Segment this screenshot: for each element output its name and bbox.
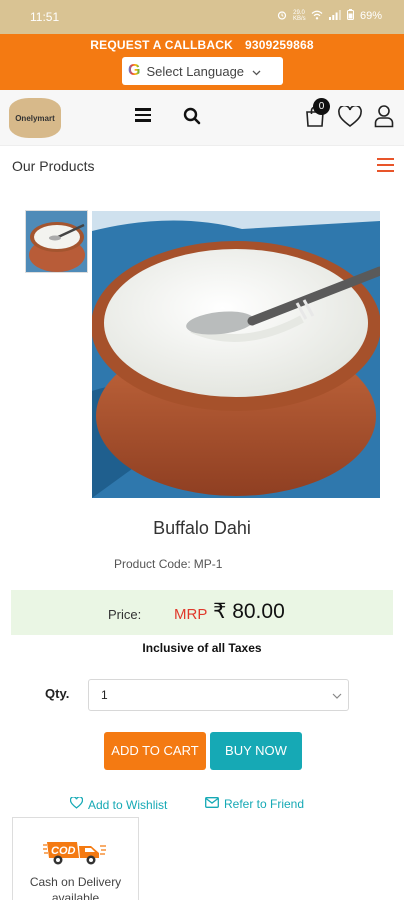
search-icon[interactable] [183, 107, 201, 130]
add-to-wishlist-label: Add to Wishlist [88, 797, 168, 812]
price-value: ₹ 80.00 [213, 600, 285, 623]
add-to-wishlist-link[interactable]: Add to Wishlist [69, 796, 168, 812]
section-title: Our Products [12, 158, 95, 174]
quantity-value: 1 [101, 688, 108, 702]
cod-text: Cash on Delivery available [29, 875, 122, 900]
callback-phone[interactable]: 9309259868 [245, 38, 314, 52]
product-code: Product Code: MP-1 [114, 557, 222, 571]
product-code-label: Product Code: [114, 557, 191, 571]
wifi-icon [311, 10, 323, 23]
product-code-value: MP-1 [193, 557, 223, 571]
status-time: 11:51 [30, 10, 60, 24]
heart-icon[interactable] [338, 104, 362, 133]
envelope-icon [205, 797, 219, 811]
language-select-label: Select Language [146, 63, 245, 79]
cod-badge-text: COD [51, 845, 76, 857]
mrp-label: MRP [174, 606, 208, 623]
site-logo[interactable]: Onelymart [9, 98, 61, 138]
callback-banner: REQUEST A CALLBACK 9309259868 G Select La… [0, 34, 404, 90]
status-indicators: 29.0 KB/s 69% [277, 9, 382, 23]
refer-to-friend-link[interactable]: Refer to Friend [205, 797, 304, 811]
heart-outline-icon [69, 796, 84, 812]
product-name: Buffalo Dahi [153, 518, 251, 538]
chevron-down-icon [332, 681, 342, 722]
price-label: Price: [108, 607, 142, 622]
battery-percent: 69% [359, 10, 382, 22]
product-thumbnail[interactable] [25, 210, 88, 273]
product-main-image[interactable] [92, 211, 380, 498]
chevron-down-icon [252, 64, 261, 79]
alarm-icon [277, 10, 287, 23]
google-g-icon: G [128, 62, 141, 79]
status-bar: 11:51 29.0 KB/s 69% [0, 0, 404, 34]
user-icon[interactable] [374, 104, 394, 133]
battery-icon [346, 9, 354, 23]
refer-to-friend-label: Refer to Friend [224, 797, 305, 811]
add-to-cart-button[interactable]: ADD TO CART [104, 732, 206, 770]
tax-note: Inclusive of all Taxes [142, 641, 262, 655]
signal-icon [328, 9, 341, 23]
language-select[interactable]: G Select Language [122, 57, 283, 85]
network-speed: 29.0 KB/s [292, 10, 306, 22]
hamburger-menu-icon[interactable] [135, 108, 151, 122]
logo-text: Onelymart [15, 113, 55, 123]
site-header: Onelymart [0, 90, 404, 146]
category-menu-icon[interactable] [377, 158, 394, 172]
cart-count-badge: 0 [313, 98, 330, 115]
callback-text[interactable]: REQUEST A CALLBACK 9309259868 [0, 38, 404, 52]
callback-label[interactable]: REQUEST A CALLBACK [90, 38, 233, 52]
quantity-select[interactable]: 1 [88, 679, 349, 711]
buy-now-button[interactable]: BUY NOW [210, 732, 302, 770]
quantity-label: Qty. [45, 686, 70, 701]
cod-truck-icon: COD [43, 836, 107, 871]
